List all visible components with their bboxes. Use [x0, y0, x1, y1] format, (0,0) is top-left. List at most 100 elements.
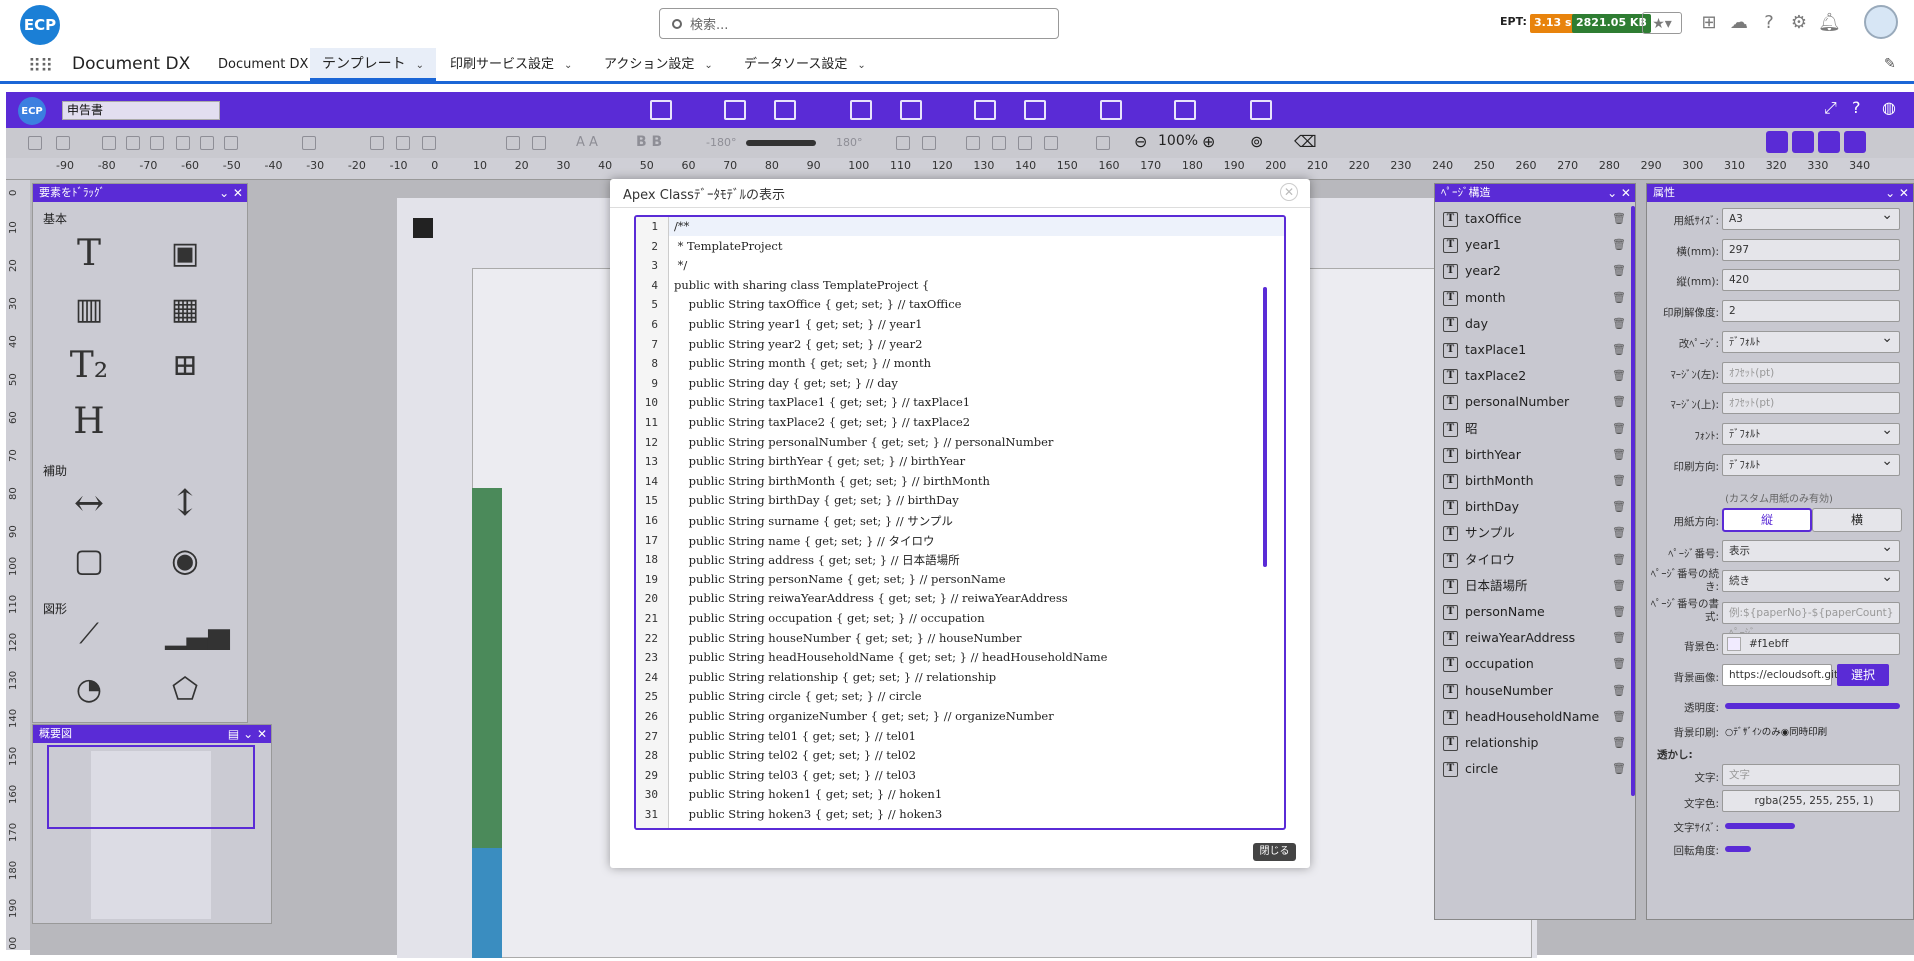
editor-scrollbar[interactable]: [1263, 287, 1267, 567]
close-icon[interactable]: ▤ ⌄ ✕: [228, 725, 267, 743]
align-top-icon[interactable]: [176, 136, 190, 150]
structure-item[interactable]: TreiwaYearAddress 🗑︎: [1443, 625, 1628, 651]
cut-icon[interactable]: [1018, 136, 1032, 150]
table-icon[interactable]: [850, 100, 872, 120]
close-icon[interactable]: ⌄ ✕: [1607, 184, 1631, 202]
close-button[interactable]: 閉じる: [1253, 843, 1296, 861]
property-field[interactable]: 420: [1722, 269, 1900, 292]
property-field[interactable]: 297: [1722, 238, 1900, 261]
property-field[interactable]: ﾃﾞﾌｫﾙﾄ: [1722, 328, 1900, 353]
trash-icon[interactable]: 🗑︎: [1612, 651, 1626, 677]
watermark-text-input[interactable]: 文字: [1722, 764, 1900, 786]
structure-item[interactable]: TbirthDay 🗑︎: [1443, 494, 1628, 520]
bold-icon[interactable]: B B: [636, 134, 662, 150]
align-center-icon[interactable]: [126, 136, 140, 150]
structure-item[interactable]: TtaxOffice 🗑︎: [1443, 206, 1628, 232]
page-number-select[interactable]: 表示: [1722, 537, 1900, 562]
trash-icon[interactable]: 🗑︎: [1612, 311, 1626, 337]
page-cont-select[interactable]: 続き: [1722, 567, 1900, 592]
pie-chart-icon[interactable]: ◔: [69, 670, 109, 710]
trash-icon[interactable]: 🗑︎: [1612, 520, 1626, 546]
page-format-input[interactable]: 例:${paperNo}-${paperCount}ﾍﾟｰｼﾞ: [1722, 602, 1900, 639]
property-field[interactable]: A3: [1722, 205, 1900, 230]
text-size-slider[interactable]: [1725, 823, 1795, 829]
trash-icon[interactable]: 🗑︎: [1612, 756, 1626, 782]
eraser-icon[interactable]: ⌫: [1294, 132, 1317, 151]
radar-chart-icon[interactable]: ⬠: [165, 670, 205, 710]
image-tool-icon[interactable]: ▣: [165, 234, 205, 274]
properties-icon[interactable]: [1844, 131, 1866, 153]
code-editor[interactable]: 1 2 3 4 5 6 7 8 9 10 11 12 13 14 15 16 17 18 19 20 21 22 23 24 2…: [634, 215, 1286, 830]
gear-icon[interactable]: ⚙: [1788, 12, 1810, 34]
trash-icon[interactable]: 🗑︎: [1612, 337, 1626, 363]
heading-tool-icon[interactable]: H: [69, 402, 109, 442]
structure-item[interactable]: Tmonth 🗑︎: [1443, 285, 1628, 311]
import-icon[interactable]: [1024, 100, 1046, 120]
bar-chart-icon[interactable]: ▁▃▅: [165, 614, 230, 654]
structure-item[interactable]: TheadHouseholdName 🗑︎: [1443, 704, 1628, 730]
trash-icon[interactable]: 🗑︎: [1612, 258, 1626, 284]
orientation-vertical-button[interactable]: 縦: [1722, 508, 1812, 532]
zoom-out-icon[interactable]: ⊖: [1134, 132, 1147, 151]
line-chart-icon[interactable]: ⟋: [69, 614, 109, 654]
structure-item[interactable]: Tday 🗑︎: [1443, 311, 1628, 337]
expand-icon[interactable]: ⤢: [1824, 98, 1837, 118]
qrcode-tool-icon[interactable]: ▦: [165, 290, 205, 330]
barcode-tool-icon[interactable]: ▥: [69, 290, 109, 330]
app-launcher-icon[interactable]: ⠿⠿: [28, 56, 53, 77]
property-field[interactable]: 2: [1722, 300, 1900, 323]
select-image-button[interactable]: 選択: [1837, 664, 1889, 686]
structure-item[interactable]: TpersonName 🗑︎: [1443, 599, 1628, 625]
property-field[interactable]: ﾃﾞﾌｫﾙﾄ: [1722, 451, 1900, 476]
app-logo[interactable]: ECP: [20, 5, 60, 45]
trash-icon[interactable]: 🗑︎: [1612, 625, 1626, 651]
distribute-icon[interactable]: [302, 136, 316, 150]
export-icon[interactable]: [974, 100, 996, 120]
align-right-icon[interactable]: [150, 136, 164, 150]
nav-document-dx[interactable]: Document DX: [218, 48, 308, 81]
frame-icon[interactable]: [506, 136, 520, 150]
close-icon[interactable]: ⌄ ✕: [219, 184, 243, 202]
trash-icon[interactable]: 🗑︎: [1612, 206, 1626, 232]
structure-icon[interactable]: [1818, 131, 1840, 153]
trash-icon[interactable]: 🗑︎: [1612, 547, 1626, 573]
favorite-star-icon[interactable]: ★▾: [1642, 12, 1682, 34]
copy-icon[interactable]: [966, 136, 980, 150]
lock-icon[interactable]: [896, 136, 910, 150]
redo-icon[interactable]: [56, 136, 70, 150]
delete-icon[interactable]: [1096, 136, 1110, 150]
trash-icon[interactable]: 🗑︎: [1612, 389, 1626, 415]
horizontal-line-tool-icon[interactable]: ↔: [69, 484, 109, 524]
duplicate-icon[interactable]: [1044, 136, 1058, 150]
fit-icon[interactable]: ⊚: [1250, 132, 1263, 151]
align-bottom-icon[interactable]: [224, 136, 238, 150]
property-field[interactable]: ｵﾌｾｯﾄ(pt): [1722, 392, 1900, 415]
trash-icon[interactable]: 🗑︎: [1612, 442, 1626, 468]
orientation-horizontal-button[interactable]: 横: [1812, 508, 1902, 532]
help-icon[interactable]: ?: [1758, 12, 1780, 34]
apex-class-icon[interactable]: [900, 100, 922, 120]
trash-icon[interactable]: 🗑︎: [1612, 363, 1626, 389]
zoom-in-icon[interactable]: ⊕: [1202, 132, 1215, 151]
rotation-slider[interactable]: [1725, 846, 1752, 852]
rotate-slider[interactable]: [746, 140, 816, 146]
vertical-center-icon[interactable]: [396, 136, 410, 150]
save-icon[interactable]: [650, 100, 672, 120]
nav-template[interactable]: テンプレート ⌄: [310, 48, 436, 81]
trash-icon[interactable]: 🗑︎: [1612, 285, 1626, 311]
cloud-icon[interactable]: ☁: [1728, 12, 1750, 34]
close-icon[interactable]: ✕: [1280, 183, 1298, 201]
structure-item[interactable]: Tyear2 🗑︎: [1443, 258, 1628, 284]
undo-icon[interactable]: [28, 136, 42, 150]
unlock-icon[interactable]: [922, 136, 936, 150]
vertical-line-tool-icon[interactable]: ↕: [165, 484, 205, 524]
trash-icon[interactable]: 🗑︎: [1612, 599, 1626, 625]
trash-icon[interactable]: 🗑︎: [1612, 678, 1626, 704]
panel-icon[interactable]: [532, 136, 546, 150]
list-icon[interactable]: [774, 100, 796, 120]
rectangle-tool-icon[interactable]: ▢: [69, 540, 109, 580]
structure-item[interactable]: T 日本語場所 🗑︎: [1443, 573, 1628, 599]
structure-item[interactable]: TtaxPlace1 🗑︎: [1443, 337, 1628, 363]
nav-print-service[interactable]: 印刷サービス設定 ⌄: [450, 48, 572, 81]
structure-item[interactable]: T サンプル 🗑︎: [1443, 520, 1628, 546]
